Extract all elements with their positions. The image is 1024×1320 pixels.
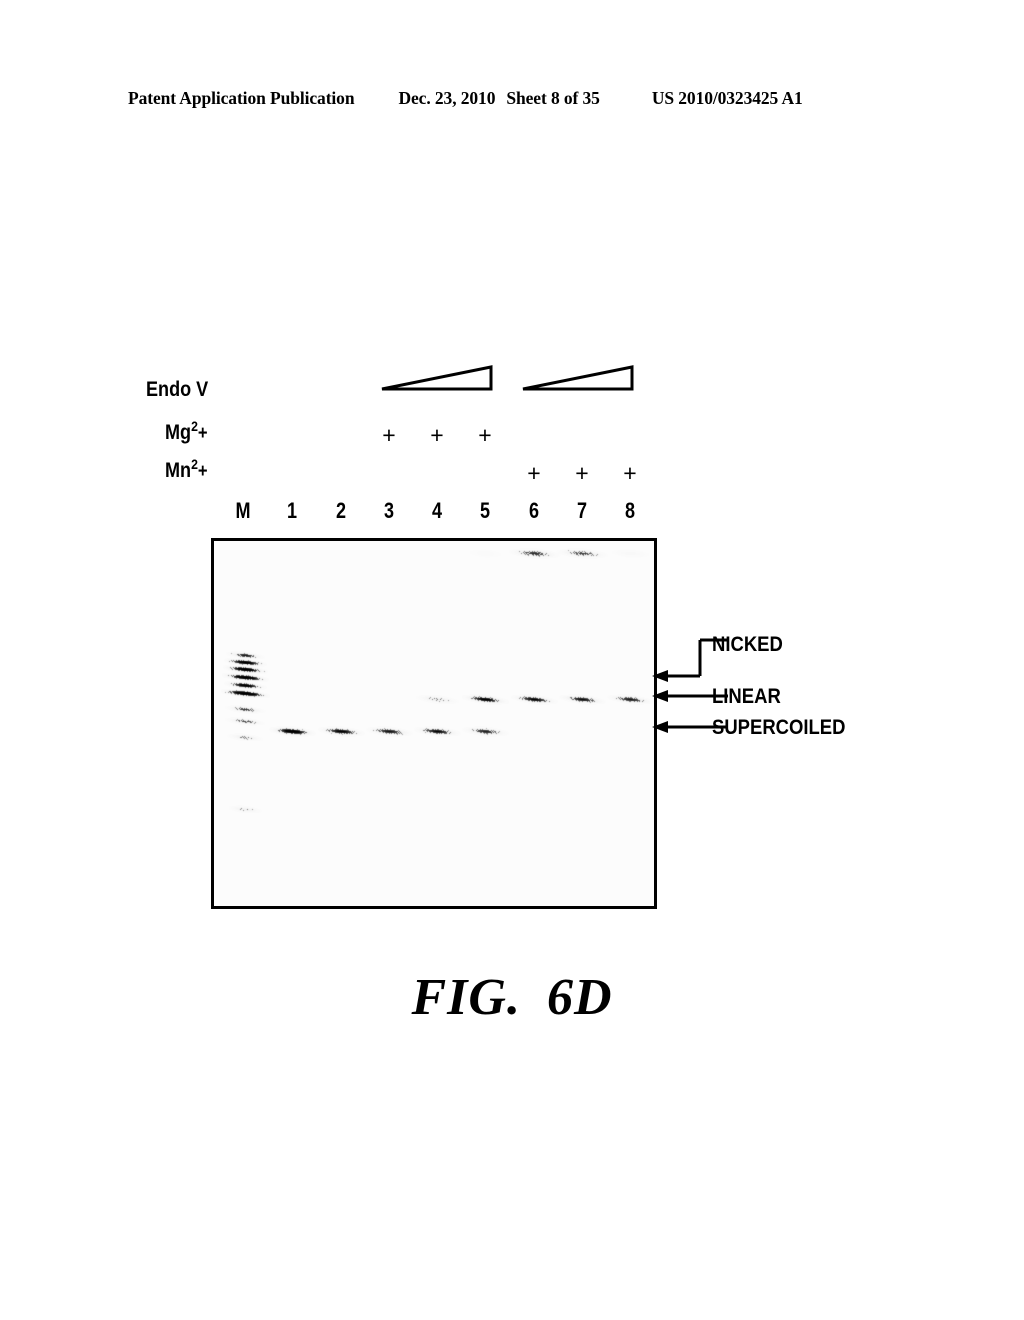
callout-label-linear: LINEAR — [712, 685, 781, 708]
magnesium-plus-lane-3: + — [382, 422, 396, 448]
endo-v-gradient-wedge-mg — [381, 365, 493, 391]
gel-image — [211, 538, 657, 909]
lane-label-3: 3 — [383, 498, 395, 523]
lane-label-2: 2 — [335, 498, 347, 523]
manganese-plus-lane-7: + — [575, 460, 589, 486]
row-label-manganese-charge-sign: + — [197, 461, 208, 482]
manganese-plus-lane-8: + — [623, 460, 637, 486]
callout-label-nicked: NICKED — [712, 633, 783, 656]
patent-page: Patent Application Publication Dec. 23, … — [0, 0, 1024, 1320]
lane-label-7: 7 — [576, 498, 588, 523]
magnesium-plus-lane-5: + — [478, 422, 492, 448]
magnesium-plus-lane-4: + — [430, 422, 444, 448]
lane-label-8: 8 — [624, 498, 636, 523]
lane-label-6: 6 — [528, 498, 540, 523]
lane-label-m: M — [235, 498, 251, 523]
figure-6d: Endo V Mg2+ Mn2+ + + + + + + M 1 2 3 4 5 6 7 8 N… — [0, 0, 1024, 1320]
gel-canvas — [214, 541, 654, 906]
row-label-magnesium: Mg2+ — [165, 420, 208, 444]
manganese-plus-lane-6: + — [527, 460, 541, 486]
figure-caption-prefix: FIG. — [411, 969, 521, 1026]
row-label-manganese: Mn2+ — [165, 458, 208, 482]
lane-label-1: 1 — [286, 498, 298, 523]
lane-label-4: 4 — [431, 498, 443, 523]
figure-caption: FIG. 6D — [0, 968, 1024, 1027]
row-label-endo-v: Endo V — [146, 378, 209, 401]
callout-label-supercoiled: SUPERCOILED — [712, 716, 846, 739]
row-label-manganese-symbol: Mn — [165, 459, 192, 482]
row-label-magnesium-charge-sign: + — [197, 423, 208, 444]
figure-caption-number: 6D — [546, 969, 613, 1026]
lane-label-5: 5 — [479, 498, 491, 523]
row-label-magnesium-symbol: Mg — [165, 421, 192, 444]
endo-v-gradient-wedge-mn — [522, 365, 634, 391]
